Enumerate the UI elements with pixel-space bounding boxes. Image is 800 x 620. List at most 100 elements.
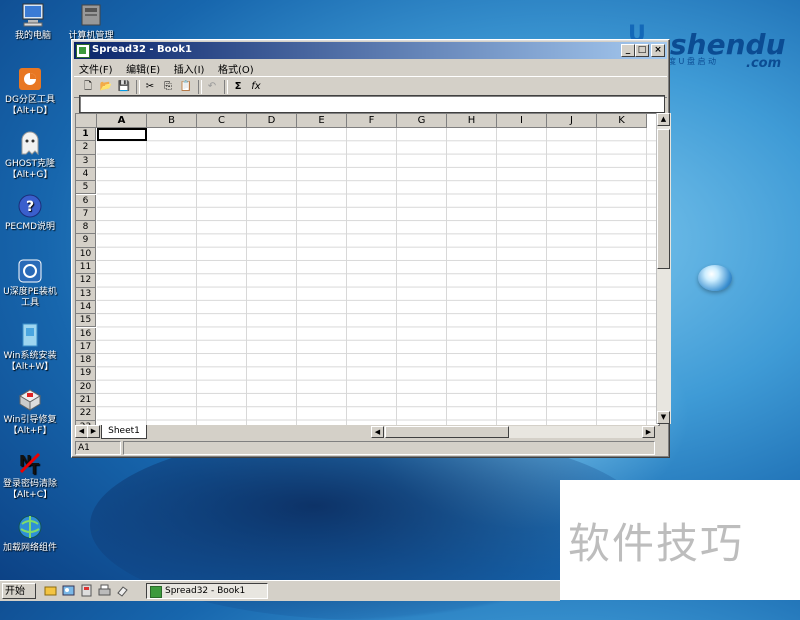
watermark-box: 软件技巧 <box>560 480 800 600</box>
column-header-d[interactable]: D <box>247 114 297 128</box>
column-header-e[interactable]: E <box>297 114 347 128</box>
column-header-g[interactable]: G <box>397 114 447 128</box>
row-header-10[interactable]: 10 <box>76 247 96 261</box>
select-all-corner[interactable] <box>76 114 97 128</box>
sheet-tab-row: ◀ ▶ Sheet1 ◀ ▶ <box>75 425 658 439</box>
save-icon[interactable]: 💾 <box>116 79 132 95</box>
vertical-scrollbar[interactable]: ▲ ▼ <box>656 113 671 424</box>
undo-icon[interactable]: ↶ <box>204 79 220 95</box>
row-header-12[interactable]: 12 <box>76 274 96 288</box>
row-header-6[interactable]: 6 <box>76 194 96 208</box>
paste-icon[interactable]: 📋 <box>178 79 194 95</box>
desktop-icon-boot-repair[interactable]: Win引导修复 【Alt+F】 <box>0 386 63 437</box>
tool-icon[interactable] <box>80 584 93 597</box>
desktop-icon-pe-installer[interactable]: U深度PE装机 工具 <box>0 258 63 309</box>
desktop-icon-label: Win系统安装 【Alt+W】 <box>3 351 57 372</box>
copy-icon[interactable]: ⎘ <box>160 79 176 95</box>
row-header-4[interactable]: 4 <box>76 167 96 182</box>
row-header-21[interactable]: 21 <box>76 394 96 408</box>
desktop-icon-ghost[interactable]: GHOST克隆 【Alt+G】 <box>0 130 63 181</box>
row-header-20[interactable]: 20 <box>76 380 96 394</box>
menu-insert[interactable]: 插入(I) <box>169 60 210 77</box>
tab-scroll-right-button[interactable]: ▶ <box>87 425 100 438</box>
function-icon[interactable]: fx <box>248 79 264 95</box>
desktop-icon-label: GHOST克隆 【Alt+G】 <box>4 159 56 180</box>
desktop-icon-pecmd-help[interactable]: ? PECMD说明 <box>0 193 63 233</box>
column-header-i[interactable]: I <box>497 114 547 128</box>
column-header-k[interactable]: K <box>597 114 647 128</box>
manage-icon <box>78 2 104 28</box>
window-title: Spread32 - Book1 <box>92 44 192 55</box>
desktop-icon-network[interactable]: 加载网络组件 <box>0 514 63 554</box>
desktop-icon-label: DG分区工具 【Alt+D】 <box>5 95 55 116</box>
row-header-19[interactable]: 19 <box>76 367 96 381</box>
desktop-icon-my-computer[interactable]: 我的电脑 <box>0 2 66 42</box>
column-header-b[interactable]: B <box>147 114 197 128</box>
row-header-22[interactable]: 22 <box>76 407 96 421</box>
taskbar-item-spread32[interactable]: Spread32 - Book1 <box>146 583 268 599</box>
column-header-a[interactable]: A <box>97 114 147 128</box>
water-drop-decoration <box>698 265 732 291</box>
column-header-h[interactable]: H <box>447 114 497 128</box>
desktop-icon-computer-management[interactable]: 计算机管理 <box>58 2 124 42</box>
row-header-9[interactable]: 9 <box>76 234 96 248</box>
menu-format[interactable]: 格式(O) <box>213 60 259 77</box>
boot-repair-icon <box>17 386 43 412</box>
row-header-11[interactable]: 11 <box>76 261 96 275</box>
column-header-f[interactable]: F <box>347 114 397 128</box>
maximize-button[interactable]: □ <box>635 44 649 57</box>
row-header-3[interactable]: 3 <box>76 154 96 168</box>
row-header-13[interactable]: 13 <box>76 287 96 301</box>
scroll-right-button[interactable]: ▶ <box>642 426 655 438</box>
row-header-17[interactable]: 17 <box>76 340 96 355</box>
image-viewer-icon[interactable] <box>62 584 75 597</box>
new-file-icon[interactable]: 🗋 <box>80 79 96 95</box>
tab-sheet1[interactable]: Sheet1 <box>101 425 147 439</box>
scroll-left-button[interactable]: ◀ <box>371 426 384 438</box>
spreadsheet-app-icon[interactable] <box>76 44 90 58</box>
desktop-icon-label: U深度PE装机 工具 <box>3 287 57 308</box>
toolbar-separator <box>198 80 202 94</box>
horizontal-scrollbar[interactable]: ◀ ▶ <box>371 426 655 438</box>
partition-icon <box>17 66 43 92</box>
spread32-window: Spread32 - Book1 _ □ × 文件(F) 编辑(E) 插入(I)… <box>71 39 671 458</box>
desktop-icon-win-install[interactable]: Win系统安装 【Alt+W】 <box>0 322 63 373</box>
formula-bar[interactable] <box>79 95 665 113</box>
window-titlebar[interactable]: Spread32 - Book1 _ □ × <box>74 42 667 59</box>
vertical-scroll-thumb[interactable] <box>657 129 670 269</box>
taskbar-item-label: Spread32 - Book1 <box>165 586 246 596</box>
close-button[interactable]: × <box>651 44 665 57</box>
row-header-8[interactable]: 8 <box>76 221 96 235</box>
scroll-down-button[interactable]: ▼ <box>657 411 670 424</box>
autosum-icon[interactable]: Σ <box>230 79 246 95</box>
row-header-14[interactable]: 14 <box>76 300 96 315</box>
minimize-button[interactable]: _ <box>621 44 635 57</box>
row-header-1[interactable]: 1 <box>76 128 96 142</box>
menu-edit[interactable]: 编辑(E) <box>121 60 165 77</box>
open-folder-icon[interactable]: 📂 <box>98 79 114 95</box>
row-header-7[interactable]: 7 <box>76 207 96 222</box>
column-header-c[interactable]: C <box>197 114 247 128</box>
selected-cell-a1[interactable] <box>97 128 147 141</box>
network-icon <box>17 514 43 540</box>
desktop-icon-dg-partition[interactable]: DG分区工具 【Alt+D】 <box>0 66 63 117</box>
desktop-icon-label: Win引导修复 【Alt+F】 <box>3 415 57 436</box>
eraser-icon[interactable] <box>116 584 129 597</box>
spreadsheet-grid[interactable]: A B C D E F G H I J K 1 2 3 4 5 6 7 8 9 10 11 12 13 14 15 16 17 18 19… <box>75 113 660 426</box>
row-header-5[interactable]: 5 <box>76 181 96 195</box>
scroll-up-button[interactable]: ▲ <box>657 113 670 126</box>
horizontal-scroll-thumb[interactable] <box>385 426 509 438</box>
installer-icon <box>17 258 43 284</box>
row-header-15[interactable]: 15 <box>76 314 96 328</box>
row-header-18[interactable]: 18 <box>76 354 96 368</box>
printer-icon[interactable] <box>98 584 111 597</box>
folder-icon[interactable] <box>44 584 57 597</box>
cut-icon[interactable]: ✂ <box>142 79 158 95</box>
column-header-j[interactable]: J <box>547 114 597 128</box>
row-header-16[interactable]: 16 <box>76 327 96 341</box>
logo-sub: 度 U 盘 启 动 <box>668 57 717 66</box>
start-button[interactable]: 开始 <box>2 583 36 599</box>
desktop-icon-password-clear[interactable]: NT 登录密码清除 【Alt+C】 <box>0 450 63 501</box>
menu-file[interactable]: 文件(F) <box>74 60 118 77</box>
row-header-2[interactable]: 2 <box>76 141 96 155</box>
